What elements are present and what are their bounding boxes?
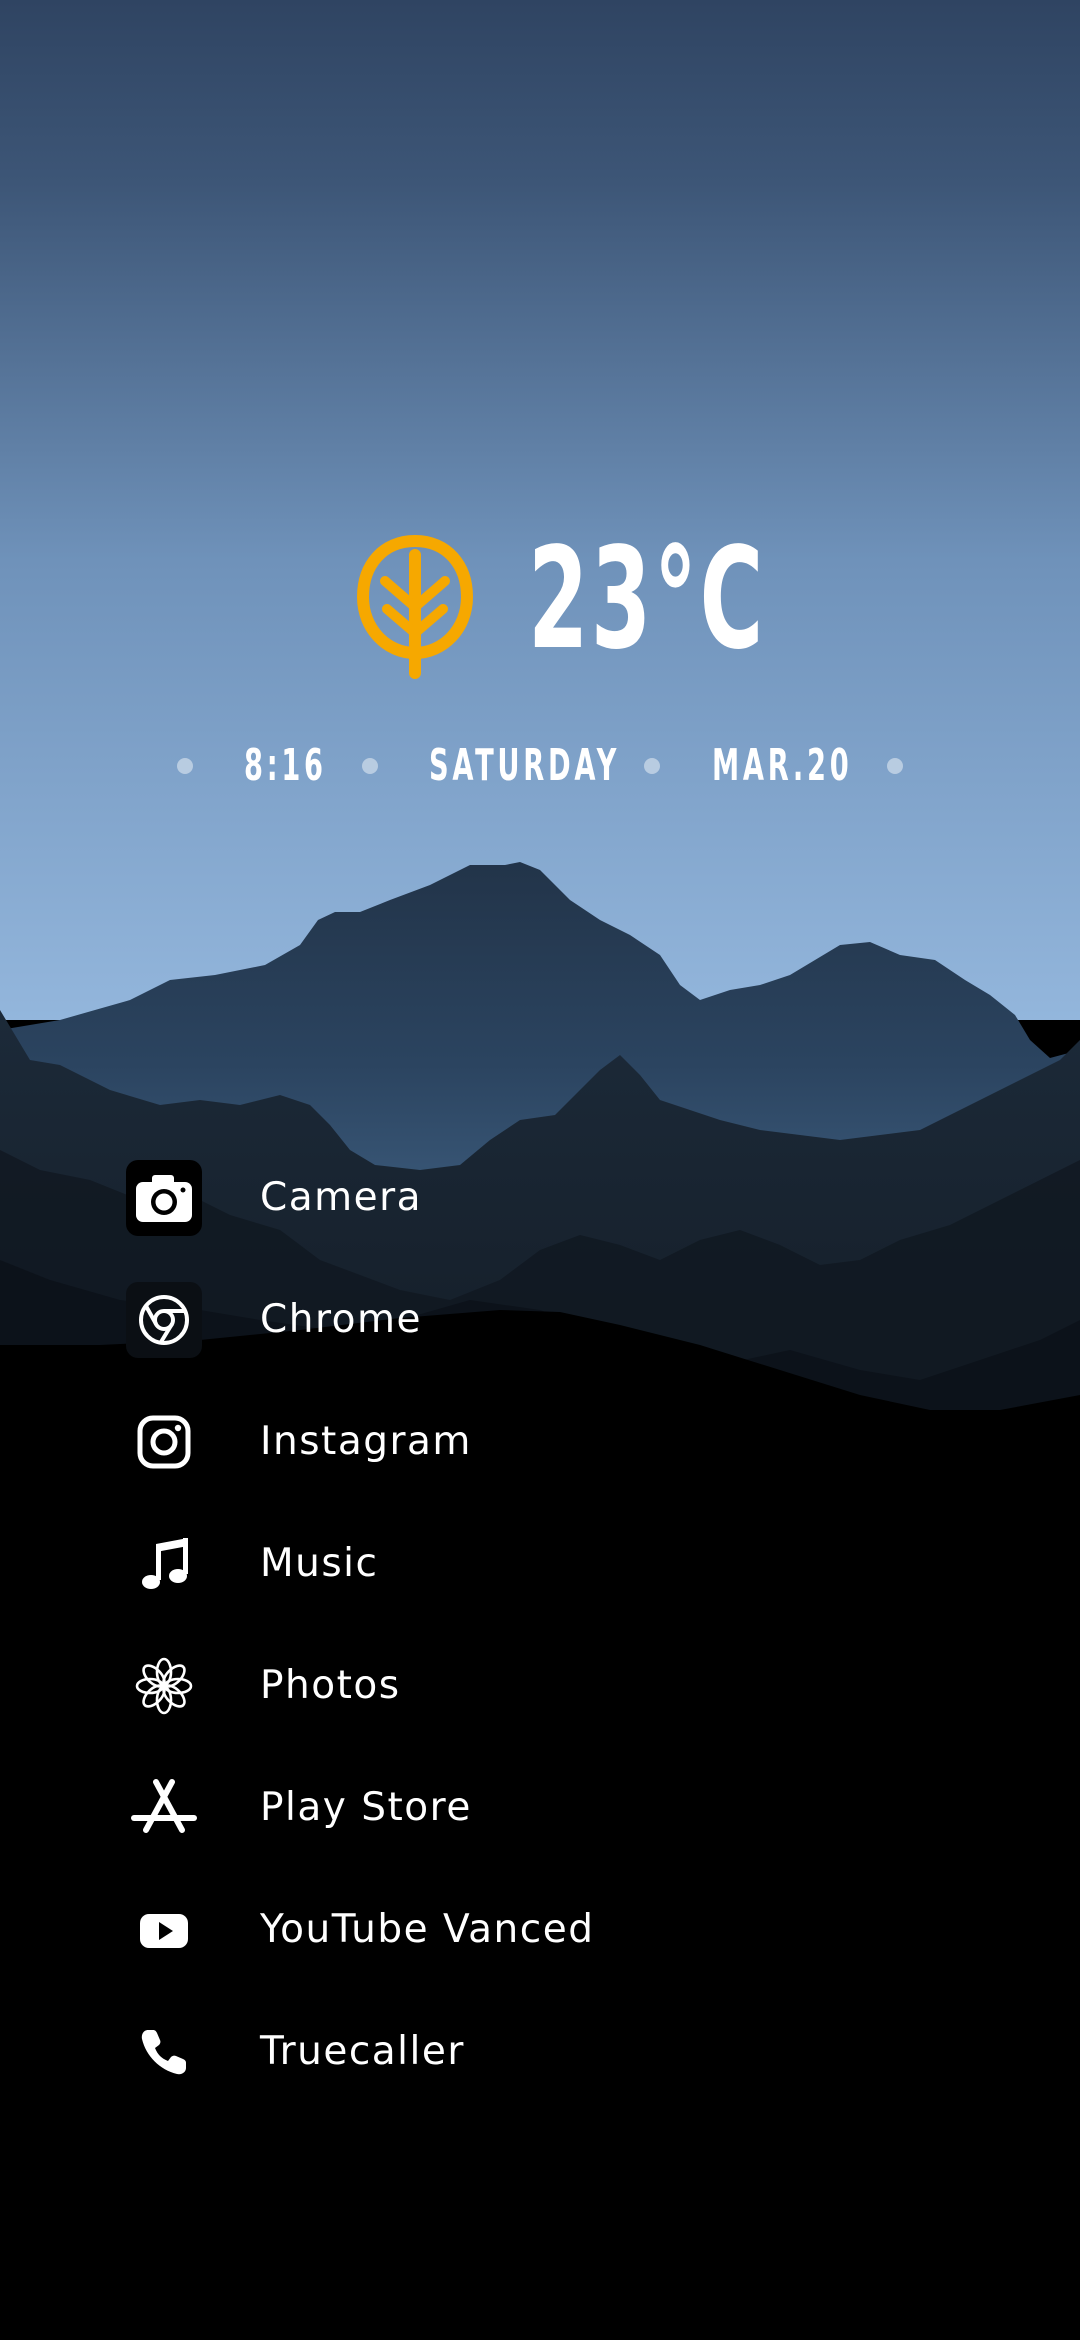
app-label: Music (260, 1541, 379, 1586)
temperature-readout: 23°C (528, 518, 766, 681)
weather-widget[interactable]: 23°C 8:16 SATURDAY MAR.20 (0, 0, 1080, 820)
app-photos[interactable]: Photos (120, 1638, 820, 1734)
separator-dot (362, 758, 378, 774)
app-label: Instagram (260, 1419, 472, 1464)
app-label: Play Store (260, 1785, 472, 1830)
camera-icon (126, 1160, 202, 1236)
date[interactable]: MAR.20 (712, 738, 852, 794)
app-truecaller[interactable]: Truecaller (120, 2004, 820, 2100)
app-play-store[interactable]: Play Store (120, 1760, 820, 1856)
separator-dot (887, 758, 903, 774)
app-chrome[interactable]: Chrome (120, 1272, 820, 1368)
clock-time[interactable]: 8:16 (244, 738, 327, 794)
app-instagram[interactable]: Instagram (120, 1394, 820, 1490)
day-of-week: SATURDAY (429, 740, 621, 791)
separator-dot (644, 758, 660, 774)
app-youtube-vanced[interactable]: YouTube Vanced (120, 1882, 820, 1978)
phone-icon (126, 2014, 202, 2090)
photos-flower-icon (126, 1648, 202, 1724)
app-camera[interactable]: Camera (120, 1150, 820, 1246)
app-label: Photos (260, 1663, 401, 1708)
app-label: Chrome (260, 1297, 422, 1342)
instagram-icon (126, 1404, 202, 1480)
app-label: Truecaller (260, 2029, 465, 2074)
chrome-icon (126, 1282, 202, 1358)
youtube-icon (126, 1892, 202, 1968)
app-music[interactable]: Music (120, 1516, 820, 1612)
time-date-row: 8:16 SATURDAY MAR.20 (0, 738, 1080, 794)
music-note-icon (126, 1526, 202, 1602)
leaf-icon (355, 534, 475, 680)
app-label: YouTube Vanced (260, 1907, 595, 1952)
app-store-icon (126, 1770, 202, 1846)
app-label: Camera (260, 1175, 423, 1220)
separator-dot (177, 758, 193, 774)
